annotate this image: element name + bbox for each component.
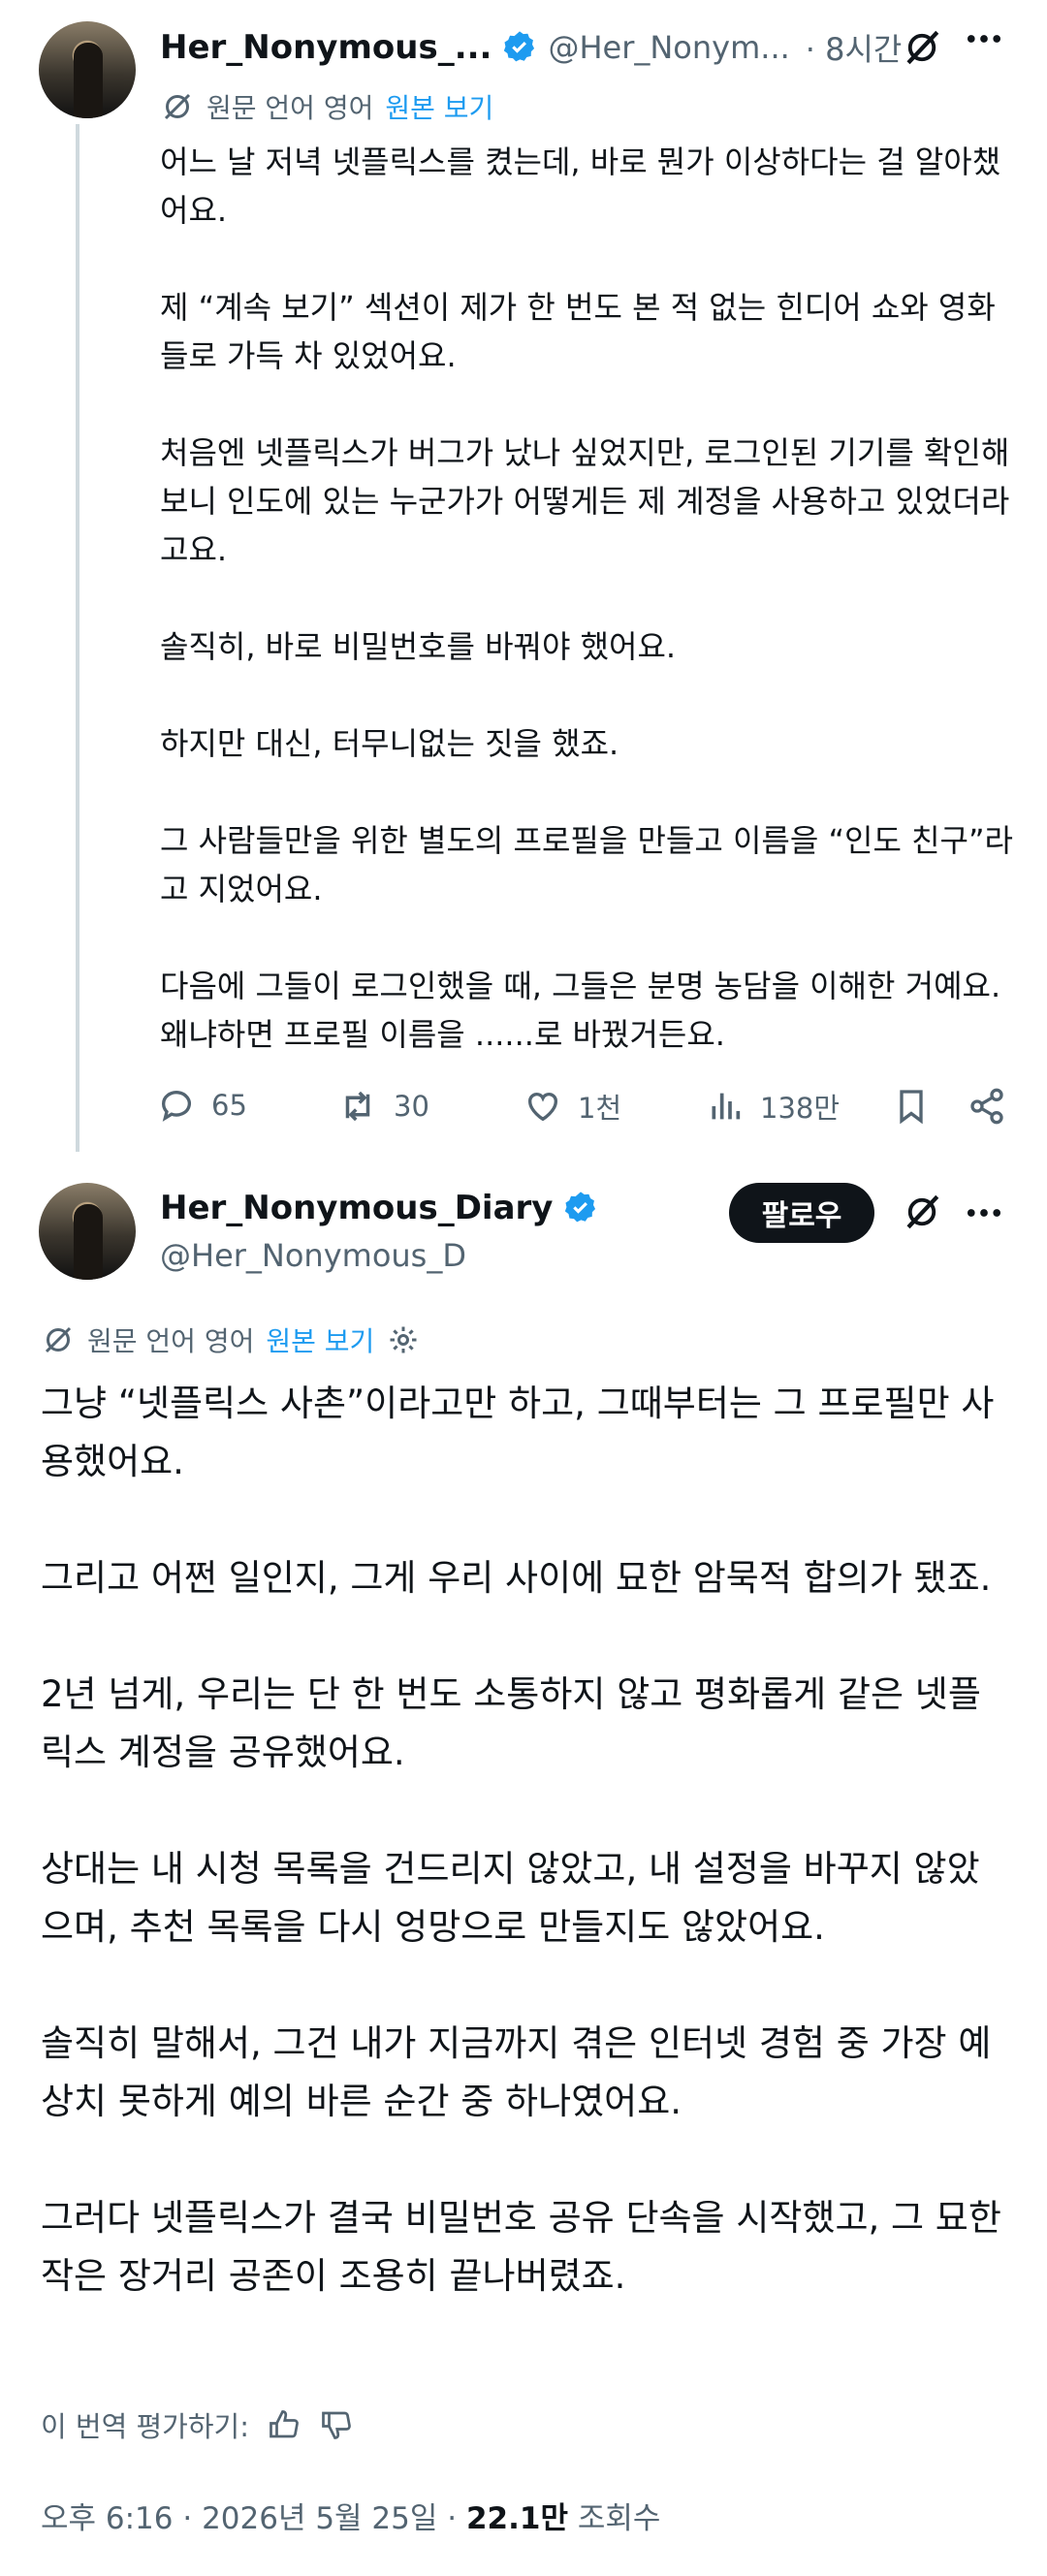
views-label: 조회수 bbox=[577, 2501, 661, 2536]
view-original-link[interactable]: 원본 보기 bbox=[266, 1320, 374, 1359]
more-icon[interactable] bbox=[967, 1207, 1001, 1219]
translation-note: 원문 언어 영어 bbox=[206, 92, 374, 124]
tweet2-text: 그냥 “넷플릭스 사촌”이라고만 하고, 그때부터는 그 프로필만 사용했어요.… bbox=[41, 1375, 1010, 2364]
avatar[interactable] bbox=[39, 21, 136, 118]
handle[interactable]: @Her_Nonymous_D bbox=[160, 1237, 466, 1274]
thread-line bbox=[76, 124, 79, 1152]
tweet1-header: Her_Nonymous_... @Her_Nonym... · 8시간 bbox=[160, 25, 902, 70]
repost-count: 30 bbox=[394, 1090, 429, 1123]
timestamp[interactable]: · 8시간 bbox=[806, 25, 903, 70]
tweet-paragraph: 처음엔 넷플릭스가 버그가 났나 싶었지만, 로그인된 기기를 확인해보니 인도… bbox=[160, 434, 1010, 568]
translate-icon bbox=[160, 89, 195, 124]
grok-icon[interactable] bbox=[902, 27, 942, 68]
thumbs-down-icon[interactable] bbox=[319, 2407, 354, 2442]
tweet-paragraph: 제 “계속 보기” 섹션이 제가 한 번도 본 적 없는 힌디어 쇼와 영화들로… bbox=[160, 289, 996, 374]
translation-row: 원문 언어 영어 원본 보기 bbox=[160, 87, 493, 126]
reply-count: 65 bbox=[211, 1089, 247, 1122]
display-name[interactable]: Her_Nonymous_Diary bbox=[160, 1189, 553, 1227]
views-count: 22.1만 bbox=[465, 2501, 568, 2536]
reply-button[interactable]: 65 bbox=[157, 1086, 247, 1125]
views-button[interactable]: 138만 bbox=[706, 1086, 840, 1127]
tweet1-text: 어느 날 저녁 넷플릭스를 켰는데, 바로 뭔가 이상하다는 걸 알아챘어요. … bbox=[160, 138, 1013, 1107]
tweet2-header: Her_Nonymous_Diary bbox=[160, 1189, 599, 1227]
like-button[interactable]: 1천 bbox=[524, 1086, 621, 1127]
tweet-paragraph: 그리고 어쩐 일인지, 그게 우리 사이에 묘한 암묵적 합의가 됐죠. bbox=[41, 1557, 992, 1599]
repost-icon bbox=[337, 1086, 378, 1127]
tweet-meta: 오후 6:16 · 2026년 5월 25일 · 22.1만 조회수 bbox=[41, 2494, 660, 2537]
tweet-paragraph: 솔직히, 바로 비밀번호를 바꿔야 했어요. bbox=[160, 628, 677, 665]
tweet-paragraph: 상대는 내 시청 목록을 건드리지 않았고, 내 설정을 바꾸지 않았으며, 추… bbox=[41, 1848, 980, 1948]
tweet-paragraph: 그냥 “넷플릭스 사촌”이라고만 하고, 그때부터는 그 프로필만 사용했어요. bbox=[41, 1383, 995, 1482]
verified-badge-icon bbox=[501, 29, 538, 66]
tweet-paragraph: 솔직히 말해서, 그건 내가 지금까지 겪은 인터넷 경험 중 가장 예상치 못… bbox=[41, 2022, 992, 2122]
more-icon[interactable] bbox=[967, 33, 1001, 45]
tweet-datetime[interactable]: 오후 6:16 · 2026년 5월 25일 · bbox=[41, 2501, 457, 2536]
share-icon[interactable] bbox=[968, 1087, 1006, 1126]
tweet-paragraph: 그러다 넷플릭스가 결국 비밀번호 공유 단속을 시작했고, 그 묘한 작은 장… bbox=[41, 2197, 1001, 2297]
display-name[interactable]: Her_Nonymous_... bbox=[160, 28, 492, 67]
views-count: 138만 bbox=[760, 1092, 841, 1125]
settings-icon[interactable] bbox=[386, 1322, 421, 1357]
translate-icon bbox=[41, 1322, 76, 1357]
reply-icon bbox=[157, 1086, 196, 1125]
view-original-link[interactable]: 원본 보기 bbox=[385, 87, 493, 126]
rate-translation-label: 이 번역 평가하기: bbox=[41, 2410, 249, 2443]
repost-button[interactable]: 30 bbox=[337, 1086, 429, 1127]
translation-note: 원문 언어 영어 bbox=[87, 1325, 255, 1357]
avatar[interactable] bbox=[39, 1183, 136, 1280]
thumbs-up-icon[interactable] bbox=[267, 2407, 301, 2442]
tweet-paragraph: 2년 넘게, 우리는 단 한 번도 소통하지 않고 평화롭게 같은 넷플릭스 계… bbox=[41, 1673, 981, 1773]
like-icon bbox=[524, 1087, 562, 1126]
rate-translation-row: 이 번역 평가하기: bbox=[41, 2404, 354, 2445]
like-count: 1천 bbox=[578, 1092, 622, 1125]
tweet-paragraph: 그 사람들만을 위한 별도의 프로필을 만들고 이름을 “인도 친구”라고 지었… bbox=[160, 822, 1013, 907]
tweet-paragraph: 하지만 대신, 터무니없는 짓을 했죠. bbox=[160, 725, 619, 762]
bookmark-icon[interactable] bbox=[892, 1087, 931, 1126]
verified-badge-icon bbox=[562, 1190, 599, 1226]
translation-row: 원문 언어 영어 원본 보기 bbox=[41, 1320, 421, 1359]
tweet-paragraph: 다음에 그들이 로그인했을 때, 그들은 분명 농담을 이해한 거예요. 왜냐하… bbox=[160, 968, 1001, 1053]
handle[interactable]: @Her_Nonym... bbox=[548, 29, 789, 66]
tweet-paragraph: 어느 날 저녁 넷플릭스를 켰는데, 바로 뭔가 이상하다는 걸 알아챘어요. bbox=[160, 143, 1001, 229]
views-icon bbox=[706, 1087, 745, 1126]
grok-icon[interactable] bbox=[902, 1192, 942, 1232]
follow-button[interactable]: 팔로우 bbox=[729, 1183, 874, 1243]
